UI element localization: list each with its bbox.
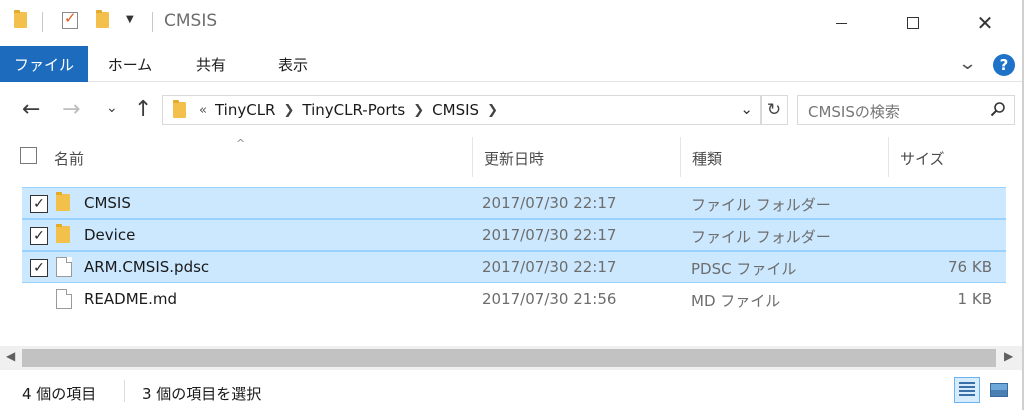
file-row-readme[interactable]: README.md 2017/07/30 21:56 MD ファイル 1 KB: [22, 284, 1006, 316]
column-divider[interactable]: [680, 137, 681, 177]
minimize-icon: [835, 22, 847, 24]
breadcrumb-overflow[interactable]: «: [199, 103, 207, 118]
column-header-type[interactable]: 種類: [692, 148, 722, 169]
file-date: 2017/07/30 22:17: [482, 226, 617, 244]
file-icon: [56, 257, 72, 277]
sort-ascending-icon: ^: [236, 137, 246, 150]
file-date: 2017/07/30 21:56: [482, 290, 617, 308]
close-icon: ✕: [976, 11, 994, 35]
large-icons-view-icon: [990, 383, 1008, 397]
column-divider[interactable]: [472, 137, 473, 177]
file-date: 2017/07/30 22:17: [482, 194, 617, 212]
file-icon: [56, 289, 72, 309]
title-separator: [42, 12, 43, 32]
file-row-cmsis[interactable]: ✓ CMSIS 2017/07/30 22:17 ファイル フォルダー: [22, 187, 1006, 219]
file-row-device[interactable]: ✓ Device 2017/07/30 22:17 ファイル フォルダー: [22, 219, 1006, 251]
address-bar[interactable]: « TinyCLR ❯ TinyCLR-Ports ❯ CMSIS ❯ ⌄: [162, 95, 762, 125]
search-icon[interactable]: [990, 101, 1006, 117]
search-input[interactable]: CMSISの検索: [797, 95, 1015, 125]
file-date: 2017/07/30 22:17: [482, 258, 617, 276]
help-icon[interactable]: ?: [993, 54, 1015, 76]
file-type: ファイル フォルダー: [691, 196, 831, 214]
tab-share[interactable]: 共有: [178, 46, 244, 82]
search-placeholder: CMSISの検索: [808, 103, 900, 121]
column-headers: ^ 名前 更新日時 種類 サイズ: [0, 137, 1024, 177]
details-view-icon: [959, 382, 975, 398]
scroll-left-icon[interactable]: ◀: [6, 349, 15, 363]
refresh-button[interactable]: ↻: [760, 95, 788, 125]
breadcrumb-cmsis[interactable]: CMSIS: [432, 101, 479, 119]
expand-ribbon-chevron-icon[interactable]: ⌄: [958, 53, 978, 74]
selection-count: 3 個の項目を選択: [142, 385, 262, 403]
file-name: Device: [84, 226, 136, 244]
back-arrow-icon[interactable]: ←: [22, 97, 40, 122]
breadcrumb-chevron-icon[interactable]: ❯: [413, 103, 424, 118]
properties-icon[interactable]: [62, 9, 78, 29]
scroll-right-icon[interactable]: ▶: [1004, 349, 1013, 363]
details-view-button[interactable]: [954, 377, 980, 403]
breadcrumb-tinyclr[interactable]: TinyCLR: [215, 101, 276, 119]
file-name: CMSIS: [84, 194, 131, 212]
column-header-size[interactable]: サイズ: [900, 148, 945, 169]
column-header-name[interactable]: 名前: [54, 148, 84, 169]
file-name: README.md: [84, 290, 178, 308]
tab-file[interactable]: ファイル: [0, 46, 88, 82]
refresh-icon: ↻: [766, 100, 782, 120]
folder-icon: [56, 192, 70, 211]
file-size: 76 KB: [948, 258, 992, 276]
breadcrumb-chevron-icon[interactable]: ❯: [283, 103, 294, 118]
customize-quick-access-icon[interactable]: ▼: [126, 14, 134, 25]
breadcrumb-tinyclr-ports[interactable]: TinyCLR-Ports: [302, 101, 405, 119]
file-row-arm-cmsis-pdsc[interactable]: ✓ ARM.CMSIS.pdsc 2017/07/30 22:17 PDSC フ…: [22, 251, 1006, 283]
horizontal-scrollbar[interactable]: ◀ ▶: [0, 346, 1024, 370]
row-checkbox[interactable]: ✓: [30, 227, 48, 245]
maximize-icon: [907, 17, 919, 29]
ribbon: ファイル ホーム 共有 表示 ⌄: [0, 46, 1024, 82]
file-type: ファイル フォルダー: [691, 228, 831, 246]
file-size: 1 KB: [957, 290, 992, 308]
recent-locations-chevron-icon[interactable]: ⌄: [106, 100, 118, 116]
column-header-date[interactable]: 更新日時: [484, 148, 544, 169]
row-checkbox[interactable]: ✓: [30, 259, 48, 277]
scrollbar-thumb[interactable]: [22, 349, 996, 367]
window-title: CMSIS: [164, 11, 218, 31]
large-icons-view-button[interactable]: [986, 377, 1012, 403]
item-count: 4 個の項目: [22, 385, 97, 403]
status-bar: 4 個の項目 3 個の項目を選択: [0, 370, 1024, 410]
new-folder-icon[interactable]: [96, 10, 109, 28]
folder-icon: [14, 10, 27, 28]
row-checkbox[interactable]: ✓: [30, 195, 48, 213]
up-arrow-icon[interactable]: ↑: [134, 97, 152, 122]
column-divider[interactable]: [888, 137, 889, 177]
minimize-button[interactable]: [818, 0, 864, 46]
tab-view[interactable]: 表示: [258, 46, 328, 82]
folder-icon: [173, 100, 186, 118]
file-type: PDSC ファイル: [691, 260, 797, 278]
select-all-checkbox[interactable]: [20, 147, 37, 164]
tab-home[interactable]: ホーム: [92, 46, 168, 82]
maximize-button[interactable]: [890, 0, 936, 46]
navigation-bar: ← → ⌄ ↑ « TinyCLR ❯ TinyCLR-Ports ❯ CMSI…: [0, 83, 1024, 135]
address-dropdown-icon[interactable]: ⌄: [740, 100, 753, 118]
breadcrumb-chevron-icon[interactable]: ❯: [487, 103, 498, 118]
status-separator: [124, 380, 125, 402]
forward-arrow-icon[interactable]: →: [62, 97, 80, 122]
folder-icon: [56, 224, 70, 243]
title-bar: ▼ CMSIS ✕: [0, 0, 1024, 46]
close-button[interactable]: ✕: [962, 0, 1008, 46]
file-type: MD ファイル: [691, 292, 781, 310]
title-separator: [152, 12, 153, 32]
file-name: ARM.CMSIS.pdsc: [84, 258, 210, 276]
